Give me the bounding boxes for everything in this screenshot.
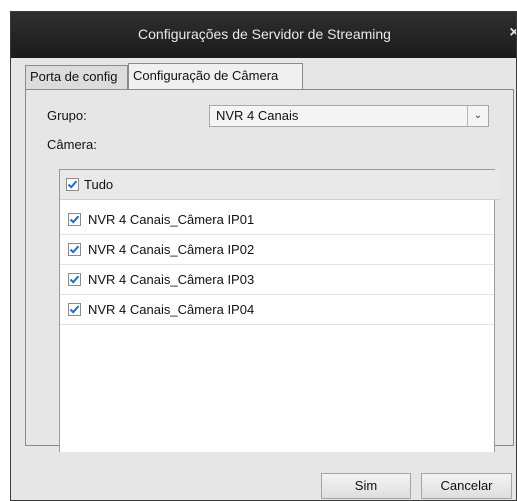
checkmark-icon bbox=[69, 305, 80, 314]
tab-camera-config[interactable]: Configuração de Câmera bbox=[128, 63, 303, 89]
group-label: Grupo: bbox=[47, 108, 87, 123]
camera-checkbox[interactable] bbox=[68, 273, 81, 286]
camera-label-item: NVR 4 Canais_Câmera IP01 bbox=[88, 212, 255, 227]
list-item[interactable]: NVR 4 Canais_Câmera IP01 bbox=[60, 205, 494, 235]
checkmark-icon bbox=[69, 245, 80, 254]
tab-port-config[interactable]: Porta de config bbox=[25, 65, 128, 89]
camera-label-item: NVR 4 Canais_Câmera IP04 bbox=[88, 302, 255, 317]
cancel-button[interactable]: Cancelar bbox=[421, 473, 512, 499]
camera-label-item: NVR 4 Canais_Câmera IP02 bbox=[88, 242, 255, 257]
checkmark-icon bbox=[69, 215, 80, 224]
camera-label-item: NVR 4 Canais_Câmera IP03 bbox=[88, 272, 255, 287]
camera-checkbox[interactable] bbox=[68, 303, 81, 316]
select-all-checkbox[interactable] bbox=[66, 178, 79, 191]
list-item[interactable]: NVR 4 Canais_Câmera IP03 bbox=[60, 265, 494, 295]
dialog-title: Configurações de Servidor de Streaming bbox=[138, 26, 391, 42]
ok-button[interactable]: Sim bbox=[321, 473, 411, 499]
camera-config-panel: Grupo: NVR 4 Canais ⌄ Câmera: Tudo NVR 4… bbox=[25, 89, 514, 500]
dialog-footer: Sim Cancelar bbox=[11, 452, 516, 500]
list-item[interactable]: NVR 4 Canais_Câmera IP02 bbox=[60, 235, 494, 265]
checkmark-icon bbox=[67, 180, 78, 189]
title-bar[interactable]: Configurações de Servidor de Streaming × bbox=[11, 12, 516, 58]
select-all-label: Tudo bbox=[84, 177, 114, 192]
group-select[interactable]: NVR 4 Canais ⌄ bbox=[209, 105, 489, 127]
close-icon[interactable]: × bbox=[506, 23, 516, 43]
list-item[interactable]: NVR 4 Canais_Câmera IP04 bbox=[60, 295, 494, 325]
chevron-down-icon[interactable]: ⌄ bbox=[467, 106, 488, 126]
checkmark-icon bbox=[69, 275, 80, 284]
camera-checkbox[interactable] bbox=[68, 243, 81, 256]
select-all-row[interactable]: Tudo bbox=[60, 170, 500, 200]
group-select-value: NVR 4 Canais bbox=[216, 108, 299, 123]
camera-label: Câmera: bbox=[47, 137, 97, 152]
dialog-window: Configurações de Servidor de Streaming ×… bbox=[10, 11, 517, 501]
camera-checkbox[interactable] bbox=[68, 213, 81, 226]
